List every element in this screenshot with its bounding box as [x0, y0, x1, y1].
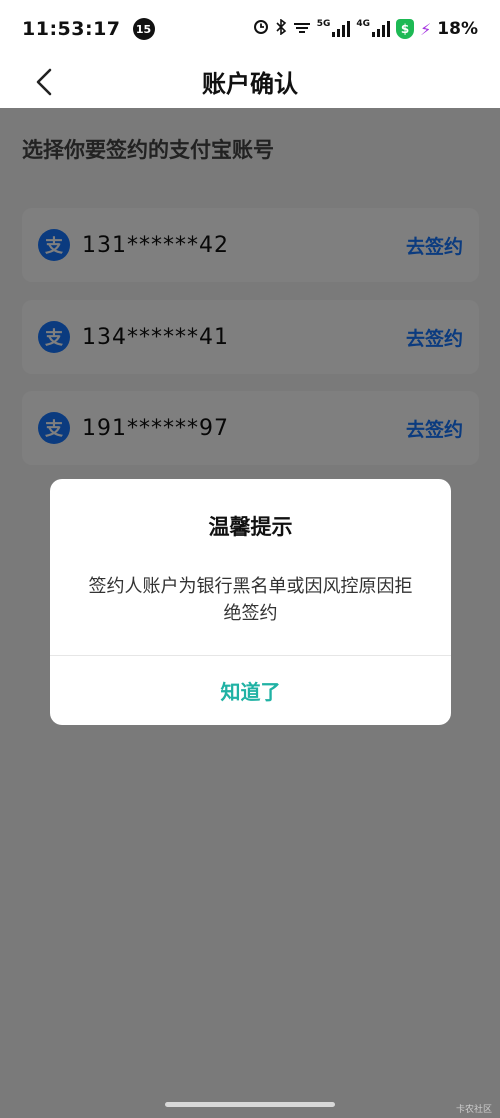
signal-icon-1 [332, 21, 351, 37]
confirm-button[interactable]: 知道了 [50, 656, 451, 725]
network-label-1: 5G [316, 19, 331, 29]
alert-dialog: 温馨提示 签约人账户为银行黑名单或因风控原因拒绝签约 知道了 [50, 479, 451, 725]
network-label-2: 4G [356, 19, 371, 29]
alarm-icon [253, 19, 269, 39]
home-indicator[interactable] [165, 1102, 335, 1107]
wifi-icon [293, 20, 311, 38]
dialog-title: 温馨提示 [208, 515, 293, 539]
page-title: 账户确认 [202, 70, 298, 98]
status-icons: 5G 4G $ ⚡ 18% [253, 18, 478, 39]
shield-icon: $ [396, 19, 415, 39]
status-bar: 11:53:17 15 5G 4G $ ⚡ 18% [0, 0, 500, 58]
notification-badge: 15 [132, 18, 155, 40]
battery-level: 18% [437, 19, 478, 39]
bluetooth-icon [275, 18, 287, 39]
status-time: 11:53:17 [22, 18, 121, 40]
nav-bar: 账户确认 [0, 58, 500, 108]
dialog-message: 签约人账户为银行黑名单或因风控原因拒绝签约 [88, 576, 413, 624]
watermark: 卡农社区 [455, 1105, 492, 1115]
charging-icon: ⚡ [420, 19, 432, 39]
signal-icon-2 [372, 21, 391, 37]
